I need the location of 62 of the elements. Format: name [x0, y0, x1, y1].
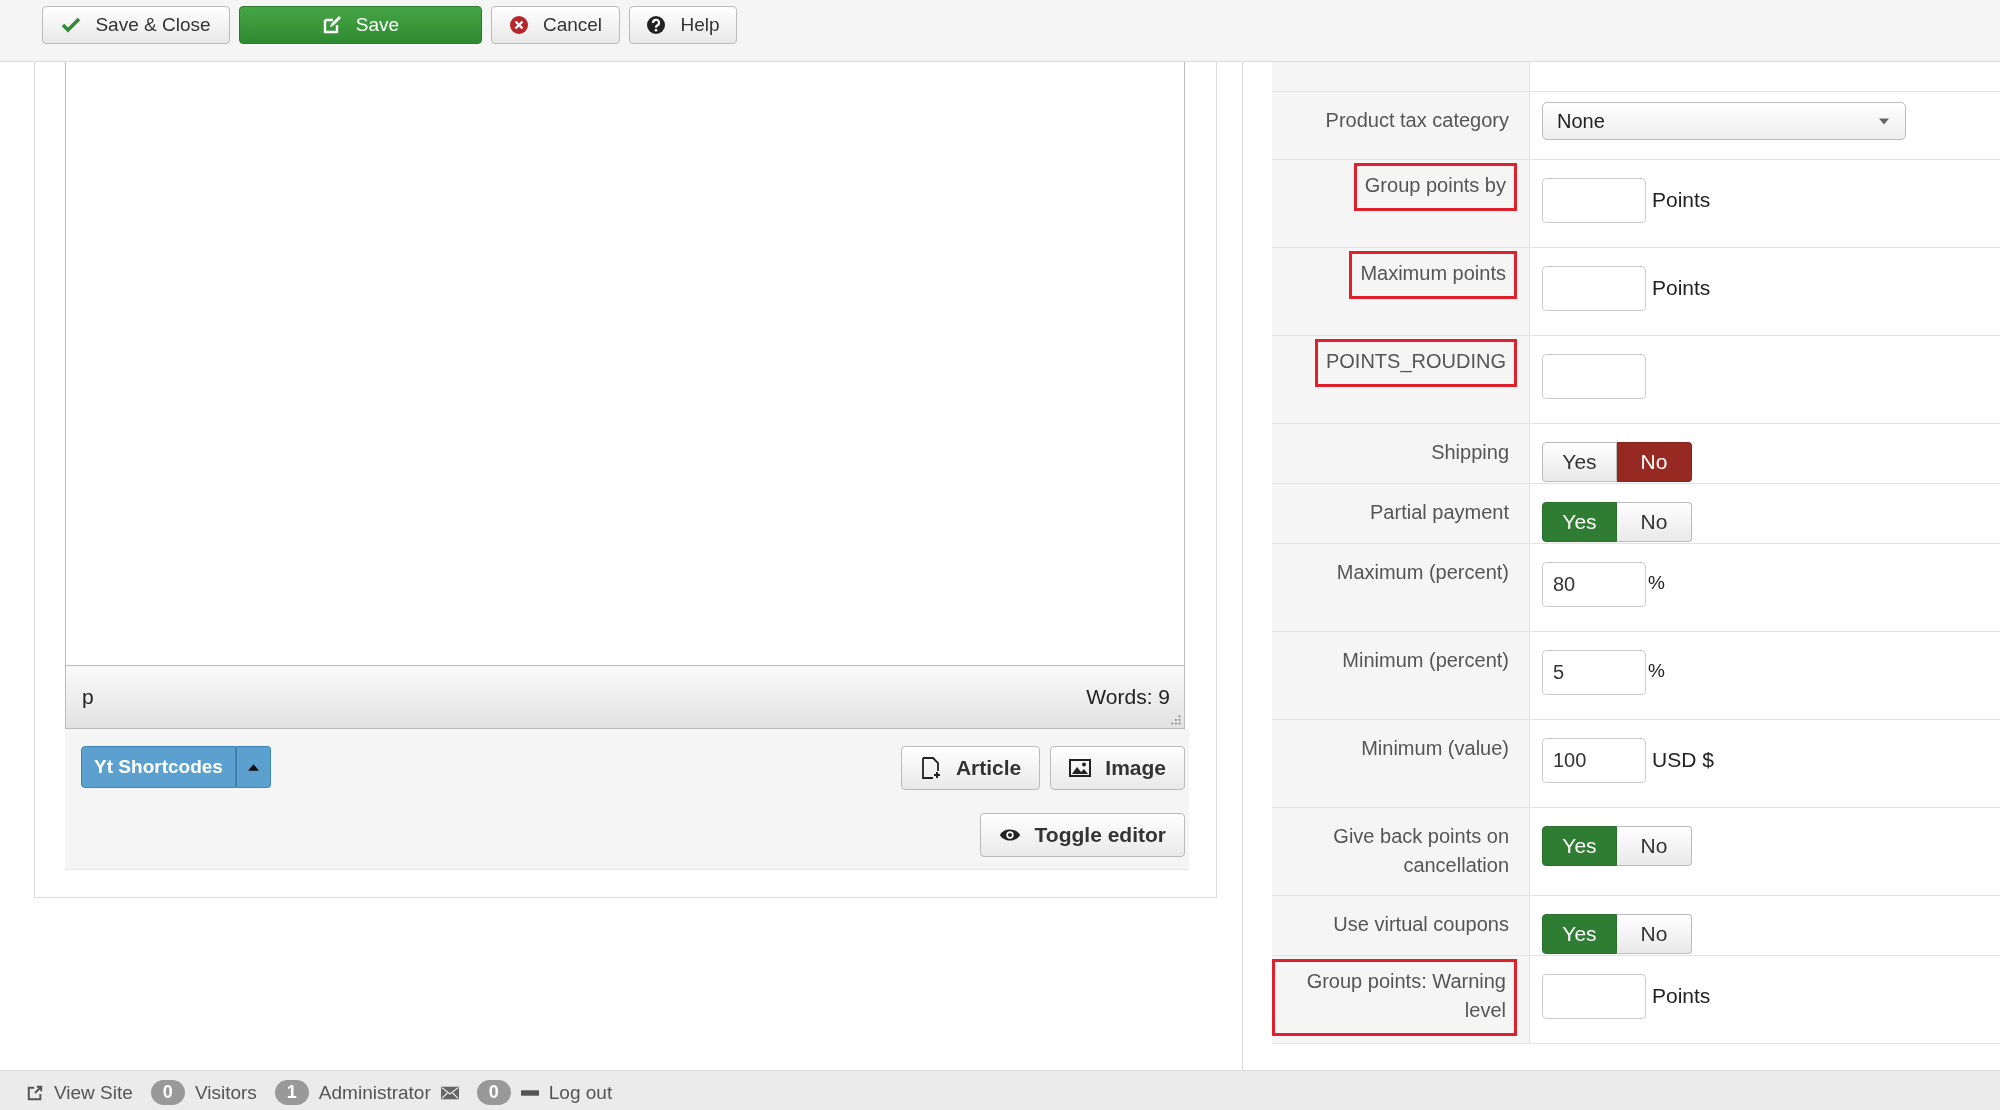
caret-icon — [248, 763, 259, 771]
count-badge: 1 — [274, 1080, 309, 1105]
dropdown-toggle[interactable] — [236, 746, 271, 788]
toggle-option[interactable]: Yes — [1542, 914, 1617, 954]
select-field[interactable]: None — [1542, 102, 1906, 140]
field-label: Use virtual coupons — [1333, 912, 1510, 937]
unit-label: USD $ — [1652, 748, 1714, 772]
toggle-option[interactable]: Yes — [1542, 442, 1617, 482]
field-label: POINTS_ROUDING — [1314, 339, 1517, 387]
input-field[interactable]: 5 — [1542, 650, 1646, 695]
image-icon — [1069, 757, 1092, 779]
field-label: Partial payment — [1370, 500, 1510, 525]
close-icon — [508, 15, 529, 35]
toggle-option[interactable]: No — [1617, 826, 1692, 866]
unit-label: % — [1648, 572, 1665, 594]
unit-label: Points — [1652, 188, 1711, 212]
input-field[interactable]: 80 — [1542, 562, 1646, 607]
help-icon — [646, 15, 667, 35]
envelope-icon — [440, 1084, 459, 1101]
caret-icon — [1879, 117, 1889, 125]
unit-label: Points — [1652, 276, 1711, 300]
unit-label: Points — [1652, 984, 1711, 1008]
view-site-link[interactable]: View Site — [54, 1081, 133, 1104]
toolbar-button[interactable]: Help — [629, 6, 737, 44]
unit-label: % — [1648, 660, 1665, 682]
input-field[interactable] — [1542, 178, 1646, 223]
editor-button[interactable]: Article — [900, 746, 1041, 790]
editor-button[interactable]: Image — [1050, 746, 1185, 790]
field-label: Give back points on cancellation — [1332, 824, 1510, 878]
toggle-option[interactable]: Yes — [1542, 826, 1617, 866]
toggle-option[interactable]: No — [1617, 502, 1692, 542]
administrator-label: Administrator — [318, 1081, 431, 1104]
count-badge: 0 — [150, 1080, 185, 1105]
toggle-option[interactable]: No — [1617, 914, 1692, 954]
document-plus-icon — [919, 757, 942, 779]
field-label: Shipping — [1431, 440, 1510, 465]
input-field[interactable]: 100 — [1542, 738, 1646, 783]
edit-icon — [321, 15, 342, 35]
field-label: Product tax category — [1325, 108, 1510, 133]
field-label: Group points by — [1353, 163, 1517, 211]
input-field[interactable] — [1542, 266, 1646, 311]
toggle-option[interactable]: No — [1617, 442, 1692, 482]
field-label: Group points: Warning level — [1272, 959, 1517, 1036]
visitors-label: Visitors — [194, 1081, 257, 1104]
logout-link[interactable]: Log out — [548, 1081, 613, 1104]
external-link-icon — [26, 1084, 44, 1101]
toggle-editor-button[interactable]: Toggle editor — [979, 813, 1185, 857]
resize-grip-icon[interactable] — [1169, 713, 1181, 725]
toolbar-button[interactable]: Save & Close — [42, 6, 230, 44]
count-badge: 0 — [476, 1080, 511, 1105]
field-label: Maximum (percent) — [1336, 560, 1510, 585]
field-label: Maximum points — [1349, 251, 1517, 299]
word-count: Words: 9 — [1086, 685, 1170, 709]
element-path: p — [82, 685, 94, 709]
input-field[interactable] — [1542, 354, 1646, 399]
toggle-option[interactable]: Yes — [1542, 502, 1617, 542]
toolbar-button[interactable]: Cancel — [491, 6, 620, 44]
input-field[interactable] — [1542, 974, 1646, 1019]
field-label: Minimum (percent) — [1342, 648, 1510, 673]
check-icon — [61, 15, 82, 35]
toolbar-button[interactable]: Save — [239, 6, 482, 44]
field-label: Minimum (value) — [1361, 736, 1510, 761]
